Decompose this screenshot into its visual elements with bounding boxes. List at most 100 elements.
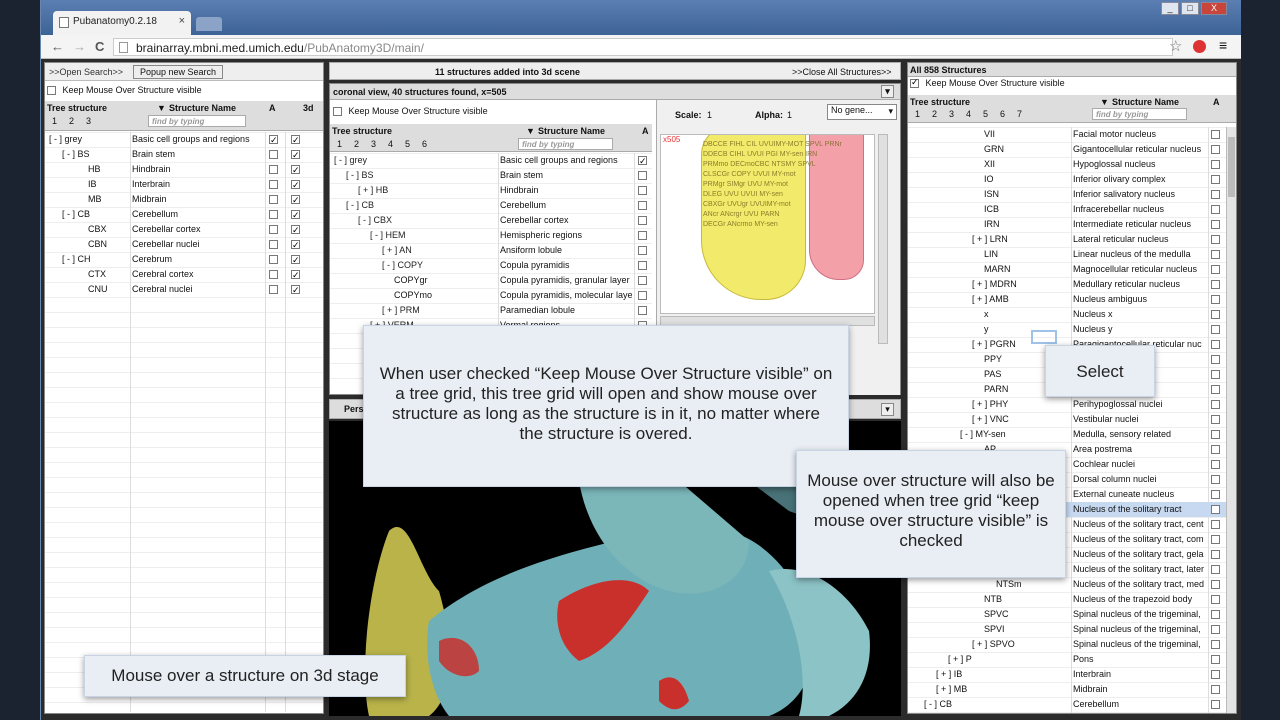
table-row[interactable]: [ + ] P Pons	[908, 652, 1226, 667]
tree-node-label[interactable]: [ + ] IB	[936, 667, 1071, 682]
show-3d-checkbox[interactable]	[291, 285, 300, 294]
table-row[interactable]: SPVI Spinal nucleus of the trigeminal,	[908, 622, 1226, 637]
select-checkbox[interactable]	[638, 276, 647, 285]
minimize-button[interactable]: _	[1161, 2, 1179, 15]
table-row[interactable]: NTSm Nucleus of the solitary tract, med	[908, 577, 1226, 592]
menu-icon[interactable]: ≡	[1219, 37, 1227, 53]
tree-node-label[interactable]: SPVC	[984, 607, 1071, 622]
structure-name-header[interactable]: Structure Name	[169, 103, 236, 113]
gene-select[interactable]: No gene... ▾	[827, 104, 897, 120]
tree-node-label[interactable]: VII	[984, 127, 1071, 142]
tree-node-label[interactable]: XII	[984, 157, 1071, 172]
table-row[interactable]: [ + ] VNC Vestibular nuclei	[908, 412, 1226, 427]
open-search-link[interactable]: >>Open Search>>	[49, 67, 123, 77]
table-row[interactable]: ICB Infracerebellar nucleus	[908, 202, 1226, 217]
select-checkbox[interactable]	[269, 165, 278, 174]
select-checkbox[interactable]	[1211, 250, 1220, 259]
table-row[interactable]: HB Hindbrain	[45, 162, 323, 177]
table-row[interactable]: [ + ] SPVO Spinal nucleus of the trigemin…	[908, 637, 1226, 652]
tree-node-label[interactable]: [ - ] CB	[346, 198, 498, 213]
table-row[interactable]: SPVC Spinal nucleus of the trigeminal,	[908, 607, 1226, 622]
table-row[interactable]: IRN Intermediate reticular nucleus	[908, 217, 1226, 232]
sort-icon[interactable]: ▼	[1100, 97, 1109, 107]
select-checkbox[interactable]	[1211, 505, 1220, 514]
select-checkbox[interactable]	[1211, 235, 1220, 244]
column-3d-header[interactable]: 3d	[303, 103, 314, 113]
tree-node-label[interactable]: [ - ] CB	[924, 697, 1071, 712]
tree-node-label[interactable]: x	[984, 307, 1071, 322]
table-row[interactable]: XII Hypoglossal nucleus	[908, 157, 1226, 172]
tree-node-label[interactable]: [ - ] BS	[346, 168, 498, 183]
tree-node-label[interactable]: [ + ] VNC	[972, 412, 1071, 427]
select-checkbox[interactable]	[269, 195, 278, 204]
filter-input[interactable]: find by typing	[1092, 108, 1187, 120]
column-a-header[interactable]: A	[269, 103, 276, 113]
tree-node-label[interactable]: [ + ] AMB	[972, 292, 1071, 307]
select-checkbox[interactable]	[1211, 190, 1220, 199]
select-checkbox[interactable]	[1211, 280, 1220, 289]
slice-canvas[interactable]: x505 DBCCE FIHL CIL UVUIMY-MOT SPVL PRNr…	[660, 134, 875, 314]
browser-tab[interactable]: Pubanatomy0.2.18 ×	[53, 11, 191, 35]
tree-node-label[interactable]: MB	[88, 192, 130, 207]
tree-node-label[interactable]: y	[984, 322, 1071, 337]
table-row[interactable]: [ + ] MDRN Medullary reticular nucleus	[908, 277, 1226, 292]
select-checkbox[interactable]	[269, 135, 278, 144]
keep-visible-checkbox[interactable]	[910, 77, 919, 89]
table-row[interactable]: y Nucleus y	[908, 322, 1226, 337]
tree-node-label[interactable]: [ + ] HB	[358, 183, 498, 198]
table-row[interactable]: [ + ] PHY Perihypoglossal nuclei	[908, 397, 1226, 412]
show-3d-checkbox[interactable]	[291, 240, 300, 249]
select-checkbox[interactable]	[1211, 535, 1220, 544]
table-row[interactable]: GRN Gigantocellular reticular nucleus	[908, 142, 1226, 157]
select-checkbox[interactable]	[1211, 430, 1220, 439]
level-7[interactable]: 7	[1017, 109, 1022, 119]
alpha-value[interactable]: 1	[787, 110, 792, 120]
show-3d-checkbox[interactable]	[291, 225, 300, 234]
select-checkbox[interactable]	[638, 216, 647, 225]
tree-node-label[interactable]: CBX	[88, 222, 130, 237]
select-checkbox[interactable]	[638, 291, 647, 300]
level-3[interactable]: 3	[86, 116, 91, 126]
level-6[interactable]: 6	[422, 139, 427, 149]
popup-search-button[interactable]: Popup new Search	[133, 65, 223, 79]
select-checkbox[interactable]	[1211, 625, 1220, 634]
structure-name-header[interactable]: Structure Name	[538, 126, 605, 136]
close-window-button[interactable]: X	[1201, 2, 1227, 15]
table-row[interactable]: MARN Magnocellular reticular nucleus	[908, 262, 1226, 277]
keep-visible-checkbox[interactable]	[47, 86, 56, 96]
select-checkbox[interactable]	[1211, 700, 1220, 709]
select-checkbox[interactable]	[269, 150, 278, 159]
vertical-scrollbar[interactable]	[878, 134, 888, 344]
tree-node-label[interactable]: SPVI	[984, 622, 1071, 637]
select-checkbox[interactable]	[1211, 205, 1220, 214]
tree-node-label[interactable]: [ + ] PRM	[382, 303, 498, 318]
select-checkbox[interactable]	[1211, 640, 1220, 649]
select-checkbox[interactable]	[1211, 340, 1220, 349]
table-row[interactable]: [ - ] HEM Hemispheric regions	[330, 228, 652, 243]
show-3d-checkbox[interactable]	[291, 270, 300, 279]
table-row[interactable]: CBX Cerebellar cortex	[45, 222, 323, 237]
view-dropdown-icon[interactable]: ▾	[881, 85, 894, 98]
close-all-link[interactable]: >>Close All Structures>>	[792, 67, 892, 77]
select-checkbox[interactable]	[638, 156, 647, 165]
table-row[interactable]: [ - ] BS Brain stem	[45, 147, 323, 162]
select-checkbox[interactable]	[1211, 295, 1220, 304]
select-checkbox[interactable]	[1211, 310, 1220, 319]
select-checkbox[interactable]	[638, 171, 647, 180]
select-checkbox[interactable]	[1211, 325, 1220, 334]
show-3d-checkbox[interactable]	[291, 150, 300, 159]
show-3d-checkbox[interactable]	[291, 165, 300, 174]
select-checkbox[interactable]	[1211, 145, 1220, 154]
scale-value[interactable]: 1	[707, 110, 712, 120]
url-bar[interactable]: brainarray.mbni.med.umich.edu/PubAnatomy…	[113, 38, 1173, 56]
level-5[interactable]: 5	[983, 109, 988, 119]
sort-icon[interactable]: ▼	[157, 103, 166, 113]
table-row[interactable]: [ + ] AMB Nucleus ambiguus	[908, 292, 1226, 307]
select-checkbox[interactable]	[638, 231, 647, 240]
show-3d-checkbox[interactable]	[291, 195, 300, 204]
table-row[interactable]: CTX Cerebral cortex	[45, 267, 323, 282]
select-checkbox[interactable]	[1211, 130, 1220, 139]
table-row[interactable]: [ - ] CB Cerebellum	[330, 198, 652, 213]
keep-visible-checkbox[interactable]	[333, 107, 342, 117]
tree-node-label[interactable]: GRN	[984, 142, 1071, 157]
